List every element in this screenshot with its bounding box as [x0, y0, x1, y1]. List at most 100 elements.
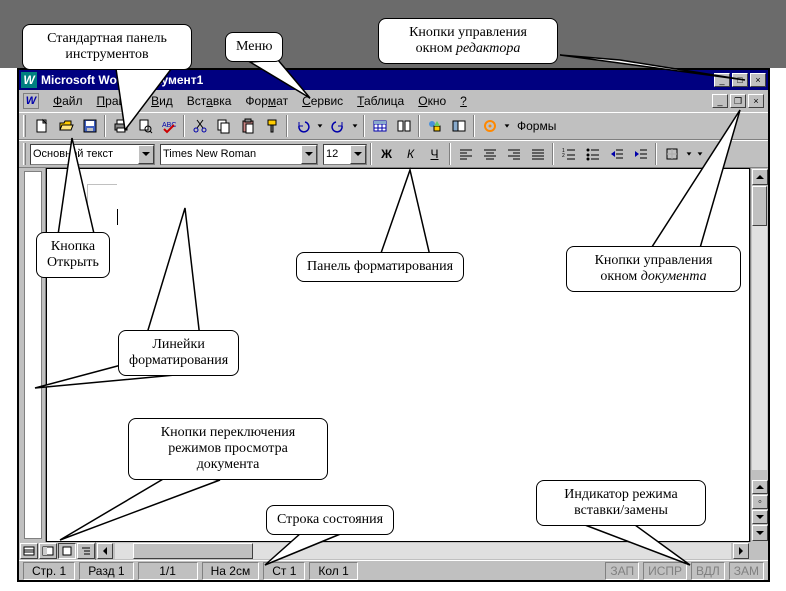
status-trk[interactable]: ИСПР: [643, 562, 687, 580]
print-button[interactable]: [109, 115, 132, 137]
scroll-up-button[interactable]: [752, 169, 768, 185]
show-marks-button[interactable]: [478, 115, 501, 137]
align-justify-button[interactable]: [526, 143, 549, 165]
vertical-ruler[interactable]: [19, 168, 46, 542]
drawing-button[interactable]: [423, 115, 446, 137]
status-bar: Стр. 1 Разд 1 1/1 На 2см Ст 1 Кол 1 ЗАП …: [19, 560, 768, 580]
columns-button[interactable]: [392, 115, 415, 137]
status-pages: 1/1: [138, 562, 198, 580]
bold-button[interactable]: Ж: [375, 143, 398, 165]
decrease-indent-button[interactable]: [605, 143, 628, 165]
vertical-scrollbar[interactable]: ◦: [750, 168, 768, 542]
callout-open-button: КнопкаОткрыть: [36, 232, 110, 278]
standard-toolbar: ABC Формы: [19, 112, 768, 140]
resize-grip[interactable]: [750, 542, 768, 560]
scroll-thumb[interactable]: [752, 186, 767, 226]
paste-button[interactable]: [236, 115, 259, 137]
next-page-button[interactable]: [752, 510, 768, 524]
menu-table[interactable]: Таблица: [351, 92, 410, 110]
callout-editor-window-buttons: Кнопки управленияокном редактора: [378, 18, 558, 64]
formatting-toolbar: Основной текст Times New Roman 12 Ж К Ч …: [19, 140, 768, 168]
borders-button[interactable]: [660, 143, 683, 165]
menu-view[interactable]: Вид: [145, 92, 179, 110]
style-value: Основной текст: [33, 148, 113, 160]
format-painter-button[interactable]: [260, 115, 283, 137]
system-menu-icon[interactable]: [23, 93, 39, 109]
normal-view-button[interactable]: [20, 543, 38, 559]
save-button[interactable]: [78, 115, 101, 137]
menu-window[interactable]: Окно: [412, 92, 452, 110]
insert-table-button[interactable]: [368, 115, 391, 137]
print-preview-button[interactable]: [133, 115, 156, 137]
redo-dropdown[interactable]: [350, 115, 360, 137]
cut-button[interactable]: [188, 115, 211, 137]
hscroll-thumb[interactable]: [133, 543, 253, 559]
weblayout-view-button[interactable]: [39, 543, 57, 559]
status-ovr[interactable]: ЗАМ: [729, 562, 764, 580]
new-button[interactable]: [30, 115, 53, 137]
status-col: Кол 1: [309, 562, 357, 580]
copy-button[interactable]: [212, 115, 235, 137]
editor-window-buttons: _ □ ×: [714, 73, 766, 87]
undo-dropdown[interactable]: [315, 115, 325, 137]
window-title: Microsoft Word - Документ1: [41, 73, 714, 87]
menu-edit[interactable]: Правка: [91, 92, 144, 110]
browse-object-button[interactable]: ◦: [752, 495, 768, 509]
show-marks-dropdown[interactable]: [502, 115, 512, 137]
doc-close-button[interactable]: ×: [748, 94, 764, 108]
open-button[interactable]: [54, 115, 77, 137]
align-left-button[interactable]: [454, 143, 477, 165]
size-value: 12: [326, 148, 338, 160]
undo-button[interactable]: [291, 115, 314, 137]
dropdown-icon[interactable]: [301, 145, 317, 164]
status-ext[interactable]: ВДЛ: [691, 562, 725, 580]
menu-insert[interactable]: Вставка: [181, 92, 238, 110]
menu-help[interactable]: ?: [454, 92, 473, 110]
maximize-button[interactable]: □: [732, 73, 748, 87]
toolbar-grip[interactable]: [23, 115, 26, 137]
pagelayout-view-button[interactable]: [58, 543, 76, 559]
menubar: Файл Правка Вид Вставка Формат Сервис Та…: [19, 90, 768, 112]
borders-dropdown[interactable]: [684, 143, 694, 165]
menu-file[interactable]: Файл: [47, 92, 89, 110]
underline-button[interactable]: Ч: [423, 143, 446, 165]
italic-button[interactable]: К: [399, 143, 422, 165]
more-dropdown[interactable]: [695, 143, 705, 165]
scroll-left-button[interactable]: [97, 543, 113, 559]
document-window-buttons: _ ❐ ×: [712, 94, 764, 108]
close-button[interactable]: ×: [750, 73, 766, 87]
style-combo[interactable]: Основной текст: [30, 144, 155, 165]
minimize-button[interactable]: _: [714, 73, 730, 87]
app-icon: W: [21, 72, 37, 88]
redo-button[interactable]: [326, 115, 349, 137]
align-center-button[interactable]: [478, 143, 501, 165]
scroll-down-button[interactable]: [752, 525, 768, 541]
callout-ovr-indicator: Индикатор режимавставки/замены: [536, 480, 706, 526]
svg-text:2: 2: [562, 153, 565, 159]
menu-service[interactable]: Сервис: [296, 92, 349, 110]
bulleted-list-button[interactable]: [581, 143, 604, 165]
outline-view-button[interactable]: [77, 543, 95, 559]
spellcheck-button[interactable]: ABC: [157, 115, 180, 137]
dropdown-icon[interactable]: [138, 145, 154, 164]
align-right-button[interactable]: [502, 143, 525, 165]
doc-restore-button[interactable]: ❐: [730, 94, 746, 108]
status-rec[interactable]: ЗАП: [605, 562, 639, 580]
scroll-right-button[interactable]: [733, 543, 749, 559]
font-combo[interactable]: Times New Roman: [160, 144, 318, 165]
menu-format[interactable]: Формат: [239, 92, 294, 110]
increase-indent-button[interactable]: [629, 143, 652, 165]
doc-minimize-button[interactable]: _: [712, 94, 728, 108]
status-at: На 2см: [202, 562, 260, 580]
prev-page-button[interactable]: [752, 480, 768, 494]
dropdown-icon[interactable]: [350, 145, 366, 164]
callout-formatting-panel: Панель форматирования: [296, 252, 464, 282]
numbered-list-button[interactable]: 12: [557, 143, 580, 165]
toolbar-grip[interactable]: [23, 143, 26, 165]
size-combo[interactable]: 12: [323, 144, 367, 165]
status-page: Стр. 1: [23, 562, 75, 580]
callout-view-buttons: Кнопки переключениярежимов просмотрадоку…: [128, 418, 328, 480]
callout-status-bar: Строка состояния: [266, 505, 394, 535]
horizontal-scrollbar[interactable]: [115, 543, 731, 559]
map-button[interactable]: [447, 115, 470, 137]
